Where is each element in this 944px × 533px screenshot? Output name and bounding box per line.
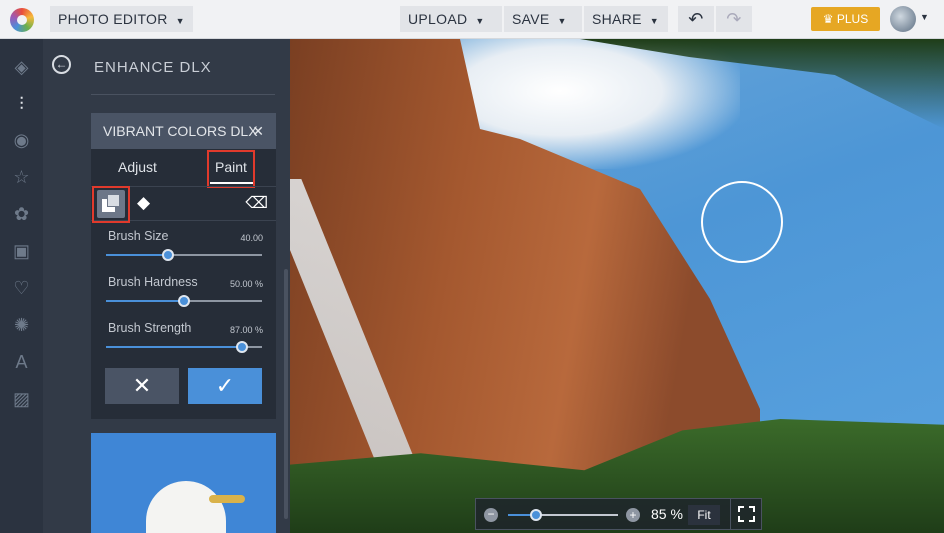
apply-button[interactable]: ✓ — [188, 368, 262, 404]
slider-value: 40.00 — [240, 233, 263, 243]
plus-label: PLUS — [836, 12, 869, 26]
frame-icon[interactable]: ▣ — [11, 241, 32, 262]
photo-editor-menu[interactable]: PHOTO EDITOR ▼ — [50, 6, 193, 32]
chevron-down-icon: ▼ — [175, 16, 185, 26]
slider-track[interactable] — [106, 341, 262, 353]
divider — [91, 94, 275, 95]
slider-track[interactable] — [106, 249, 262, 261]
card-title: VIBRANT COLORS DLX — [103, 123, 258, 139]
tool-rail: ◈ ⫶ ◉ ☆ ✿ ▣ ♡ ✺ A ▨ — [0, 39, 43, 533]
top-bar: PHOTO EDITOR ▼ UPLOAD ▼ SAVE ▼ SHARE ▼ ↶ ↷ ♛… — [0, 0, 944, 39]
eraser-icon[interactable]: ◆ — [137, 193, 150, 213]
redo-button[interactable]: ↷ — [716, 6, 752, 32]
slider-handle[interactable] — [162, 249, 175, 261]
slider-value: 87.00 % — [229, 325, 263, 335]
slider-handle[interactable] — [178, 295, 190, 307]
zoom-bar: − + 85 % Fit — [475, 498, 762, 530]
undo-icon: ↶ — [688, 9, 704, 29]
text-icon[interactable]: A — [11, 352, 32, 373]
zoom-slider[interactable] — [508, 509, 618, 521]
cancel-button[interactable]: ✕ — [105, 368, 179, 404]
star-icon[interactable]: ☆ — [11, 167, 32, 188]
fit-button[interactable]: Fit — [688, 505, 720, 525]
card-header: VIBRANT COLORS DLX ✕ — [91, 113, 276, 149]
seagull-image — [146, 481, 226, 533]
chevron-down-icon: ▼ — [557, 16, 567, 26]
app-logo[interactable] — [10, 8, 34, 32]
divider — [730, 499, 731, 529]
x-icon: ✕ — [132, 373, 152, 398]
paint-tab-highlight — [207, 150, 255, 188]
panel-scrollbar[interactable] — [284, 269, 288, 519]
effect-thumbnail[interactable] — [91, 433, 276, 533]
effect-card: VIBRANT COLORS DLX ✕ Adjust Paint ◆ ⌫ Bru… — [91, 113, 276, 419]
slider-label: Brush Hardness — [108, 275, 198, 289]
share-label: SHARE — [592, 11, 642, 27]
clear-backspace-icon[interactable]: ⌫ — [245, 193, 268, 213]
share-button[interactable]: SHARE ▼ — [584, 6, 668, 32]
adjust-sliders-icon[interactable]: ⫶ — [11, 94, 32, 115]
zoom-value: 85 % — [651, 506, 683, 522]
slider-value: 50.00 % — [229, 279, 263, 289]
slider-handle[interactable] — [235, 341, 248, 353]
photo-canvas[interactable] — [290, 39, 944, 533]
redo-icon: ↷ — [726, 9, 742, 29]
brush-highlight — [92, 186, 130, 223]
upload-label: UPLOAD — [408, 11, 468, 27]
avatar[interactable] — [890, 6, 916, 32]
chevron-down-icon[interactable]: ▼ — [920, 12, 929, 22]
save-button[interactable]: SAVE ▼ — [504, 6, 582, 32]
zoom-in-icon[interactable]: + — [626, 508, 640, 522]
slider-label: Brush Size — [108, 229, 169, 243]
back-arrow-icon[interactable]: ← — [52, 55, 71, 74]
brush-toolbar: ◆ ⌫ — [91, 186, 276, 223]
tab-adjust[interactable]: Adjust — [118, 159, 157, 175]
plus-button[interactable]: ♛ PLUS — [811, 7, 880, 31]
eye-icon[interactable]: ◉ — [11, 130, 32, 151]
chevron-down-icon: ▼ — [475, 16, 485, 26]
badge-icon[interactable]: ✺ — [11, 315, 32, 336]
upload-button[interactable]: UPLOAD ▼ — [400, 6, 502, 32]
slider-track[interactable] — [106, 295, 262, 307]
effects-panel: ← ENHANCE DLX VIBRANT COLORS DLX ✕ Adjust… — [43, 39, 290, 533]
heart-icon[interactable]: ♡ — [11, 278, 32, 299]
menu-label: PHOTO EDITOR — [58, 11, 168, 27]
crown-icon: ♛ — [822, 12, 837, 26]
chevron-down-icon: ▼ — [649, 16, 659, 26]
seagull-beak — [209, 495, 245, 503]
panel-title: ENHANCE DLX — [94, 59, 212, 76]
save-label: SAVE — [512, 11, 550, 27]
flower-icon[interactable]: ✿ — [11, 204, 32, 225]
layers-icon[interactable]: ◈ — [11, 57, 32, 78]
slider-fill — [106, 254, 169, 256]
check-icon: ✓ — [215, 373, 235, 398]
slider-fill — [106, 300, 184, 302]
slider-fill — [106, 346, 242, 348]
zoom-handle[interactable] — [529, 509, 542, 521]
brush-cursor — [701, 181, 783, 263]
slider-label: Brush Strength — [108, 321, 192, 335]
zoom-out-icon[interactable]: − — [484, 508, 498, 522]
undo-button[interactable]: ↶ — [678, 6, 714, 32]
close-icon[interactable]: ✕ — [252, 113, 264, 149]
texture-icon[interactable]: ▨ — [11, 389, 32, 410]
fullscreen-icon[interactable] — [738, 506, 755, 522]
